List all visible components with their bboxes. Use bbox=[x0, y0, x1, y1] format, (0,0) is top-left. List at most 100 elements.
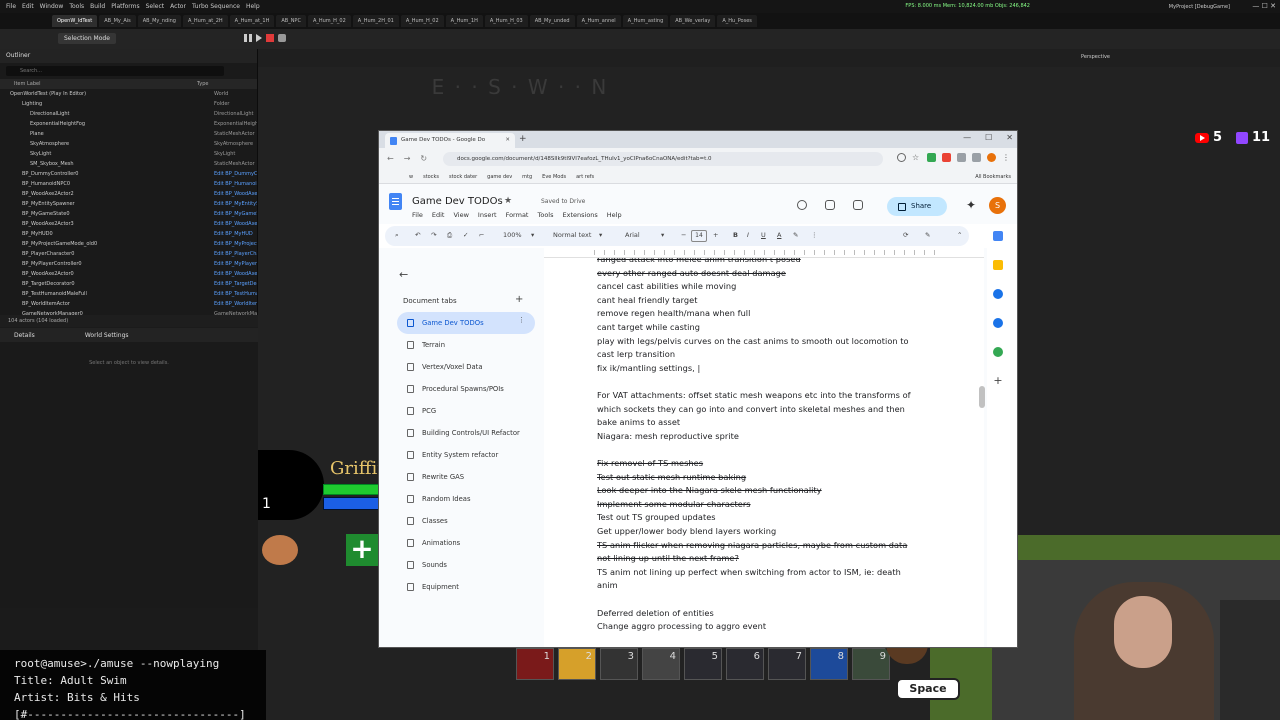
outliner-row-type[interactable]: Edit BP_MyHUD bbox=[214, 231, 257, 237]
outliner-row-type[interactable]: Edit BP_HumanoidN bbox=[214, 181, 257, 187]
bookmark-item[interactable]: w bbox=[409, 174, 413, 180]
italic-icon[interactable]: I bbox=[747, 231, 749, 239]
reload-icon[interactable]: ↻ bbox=[420, 154, 427, 163]
close-tab-icon[interactable]: ✕ bbox=[505, 133, 510, 148]
action-slot[interactable]: 2 bbox=[558, 648, 596, 680]
outliner-row-type[interactable]: Edit BP_TargetDeco bbox=[214, 281, 257, 287]
outliner-row[interactable]: ExponentialHeightFog ExponentialHeightFo bbox=[0, 119, 257, 129]
document-tab[interactable]: Sounds bbox=[397, 554, 535, 576]
ue-asset-tab[interactable]: AB_NPC bbox=[276, 15, 306, 27]
docs-menu-item[interactable]: Edit bbox=[432, 211, 445, 219]
document-tab[interactable]: Procedural Spawns/POIs bbox=[397, 378, 535, 400]
outliner-row[interactable]: BP_MyPlayerController0 Edit BP_MyPlayerCo bbox=[0, 259, 257, 269]
outliner-row[interactable]: BP_MyGameState0 Edit BP_MyGameSt bbox=[0, 209, 257, 219]
outliner-row[interactable]: Plane StaticMeshActor bbox=[0, 129, 257, 139]
add-addon-icon[interactable]: + bbox=[993, 375, 1003, 386]
ue-menu-item[interactable]: Actor bbox=[170, 3, 186, 10]
step-icon[interactable] bbox=[256, 34, 262, 42]
outliner-row[interactable]: BP_WorldItemActor Edit BP_WorldItem bbox=[0, 299, 257, 309]
ue-menu-item[interactable]: Turbo Sequence bbox=[192, 3, 240, 10]
bookmark-item[interactable]: game dev bbox=[487, 174, 512, 180]
document-tab[interactable]: Rewrite GAS bbox=[397, 466, 535, 488]
viewport-mode[interactable]: Perspective bbox=[1081, 54, 1110, 60]
increase-size-icon[interactable]: + bbox=[713, 231, 718, 239]
bookmark-item[interactable]: stocks bbox=[423, 174, 439, 180]
eject-icon[interactable] bbox=[278, 34, 286, 42]
zoom-icon[interactable] bbox=[897, 153, 906, 162]
outliner-row[interactable]: BP_MyProjectGameMode_old0 Edit BP_MyProje… bbox=[0, 239, 257, 249]
bold-icon[interactable]: B bbox=[733, 231, 738, 239]
action-slot[interactable]: 8 bbox=[810, 648, 848, 680]
bookmark-item[interactable]: mtg bbox=[522, 174, 532, 180]
tasks-icon[interactable] bbox=[993, 289, 1003, 299]
ue-asset-tab[interactable]: A_Hum_H_03 bbox=[484, 15, 528, 27]
outliner-row[interactable]: DirectionalLight DirectionalLight bbox=[0, 109, 257, 119]
outliner-row[interactable]: OpenWorldTest (Play In Editor) World bbox=[0, 89, 257, 99]
outliner-search-input[interactable]: Search... bbox=[6, 66, 224, 76]
document-tab[interactable]: Building Controls/UI Refactor bbox=[397, 422, 535, 444]
outliner-row[interactable]: BP_DummyController0 Edit BP_DummyCon bbox=[0, 169, 257, 179]
meet-icon[interactable] bbox=[853, 200, 863, 210]
back-arrow-icon[interactable]: ← bbox=[399, 268, 408, 281]
ue-asset-tab[interactable]: A_Hum_annel bbox=[576, 15, 621, 27]
ue-asset-tab[interactable]: A_Hum_H_02 bbox=[307, 15, 351, 27]
forward-icon[interactable]: → bbox=[404, 154, 411, 163]
ue-asset-tab[interactable]: A_Hum_H_02 bbox=[400, 15, 444, 27]
outliner-row-type[interactable]: Edit BP_TestHuman bbox=[214, 291, 257, 297]
outliner-row[interactable]: BP_WoodAxe2Actor3 Edit BP_WoodAxe2 bbox=[0, 219, 257, 229]
outliner-row[interactable]: BP_HumanoidNPC0 Edit BP_HumanoidN bbox=[0, 179, 257, 189]
pause-icon[interactable] bbox=[244, 34, 252, 42]
document-tab[interactable]: Entity System refactor bbox=[397, 444, 535, 466]
scrollbar[interactable] bbox=[979, 386, 985, 408]
text-color-icon[interactable]: A bbox=[777, 231, 781, 239]
contacts-icon[interactable] bbox=[993, 318, 1003, 328]
outliner-row[interactable]: SkyAtmosphere SkyAtmosphere bbox=[0, 139, 257, 149]
document-tab[interactable]: Animations bbox=[397, 532, 535, 554]
document-tab[interactable]: Classes bbox=[397, 510, 535, 532]
ue-asset-tab[interactable]: A_Hum_2H_01 bbox=[352, 15, 399, 27]
document-tab[interactable]: Random Ideas bbox=[397, 488, 535, 510]
docs-menu-item[interactable]: Format bbox=[506, 211, 529, 219]
outliner-row[interactable]: BP_MyEntitySpawner Edit BP_MyEntitySp bbox=[0, 199, 257, 209]
outliner-row[interactable]: SkyLight SkyLight bbox=[0, 149, 257, 159]
url-input[interactable]: docs.google.com/document/d/148SlIk9tI9VI… bbox=[443, 152, 883, 166]
ue-menu-item[interactable]: Tools bbox=[69, 3, 84, 10]
print-icon[interactable]: ⎙ bbox=[447, 231, 452, 240]
bookmark-star-icon[interactable]: ☆ bbox=[912, 153, 921, 162]
history-icon[interactable] bbox=[797, 200, 807, 210]
document-tab[interactable]: Equipment bbox=[397, 576, 535, 598]
more-options-icon[interactable]: ⋮ bbox=[811, 231, 818, 239]
outliner-row[interactable]: BP_MyHUD0 Edit BP_MyHUD bbox=[0, 229, 257, 239]
share-button[interactable]: Share bbox=[887, 197, 947, 216]
action-slot[interactable]: 1 bbox=[516, 648, 554, 680]
action-slot[interactable]: 5 bbox=[684, 648, 722, 680]
plus-icon[interactable]: + bbox=[346, 534, 378, 566]
font-select[interactable]: Arial bbox=[625, 231, 640, 239]
ue-menu-item[interactable]: Help bbox=[246, 3, 260, 10]
document-page[interactable]: ranged attack into melee anim transition… bbox=[544, 258, 984, 647]
ue-asset-tab[interactable]: A_Hu_Poses bbox=[717, 15, 757, 27]
col-type[interactable]: Type bbox=[197, 81, 257, 87]
keep-icon[interactable] bbox=[993, 260, 1003, 270]
ue-asset-tab[interactable]: A_Hum_1H bbox=[445, 15, 483, 27]
new-tab-icon[interactable]: + bbox=[519, 134, 527, 144]
ue-asset-tab[interactable]: OpenW_ldTest bbox=[52, 15, 98, 27]
minimize-icon[interactable]: — bbox=[963, 133, 971, 142]
decrease-size-icon[interactable]: − bbox=[681, 231, 686, 239]
ruler[interactable] bbox=[544, 248, 984, 258]
docs-menu-item[interactable]: View bbox=[453, 211, 468, 219]
ue-asset-tab[interactable]: AB_We_verlay bbox=[670, 15, 716, 27]
outliner-row-type[interactable]: Edit BP_WoodAxe2 bbox=[214, 221, 257, 227]
action-slot[interactable]: 3 bbox=[600, 648, 638, 680]
extension-icon-2[interactable] bbox=[942, 153, 951, 162]
document-tab[interactable]: Vertex/Voxel Data bbox=[397, 356, 535, 378]
ue-window-controls[interactable]: — ☐ ✕ bbox=[1252, 2, 1276, 10]
outliner-row[interactable]: BP_WoodAxe2Actor2 Edit BP_WoodAxe2 bbox=[0, 189, 257, 199]
ue-menu-item[interactable]: File bbox=[6, 3, 16, 10]
close-window-icon[interactable]: ✕ bbox=[1006, 133, 1013, 142]
tab-details[interactable]: Details bbox=[14, 332, 35, 339]
outliner-row-type[interactable]: Edit BP_WorldItem bbox=[214, 301, 257, 307]
outliner-row-type[interactable]: Edit BP_MyEntitySp bbox=[214, 201, 257, 207]
docs-menu-item[interactable]: Tools bbox=[537, 211, 553, 219]
paint-format-icon[interactable]: ⌐ bbox=[479, 231, 484, 239]
